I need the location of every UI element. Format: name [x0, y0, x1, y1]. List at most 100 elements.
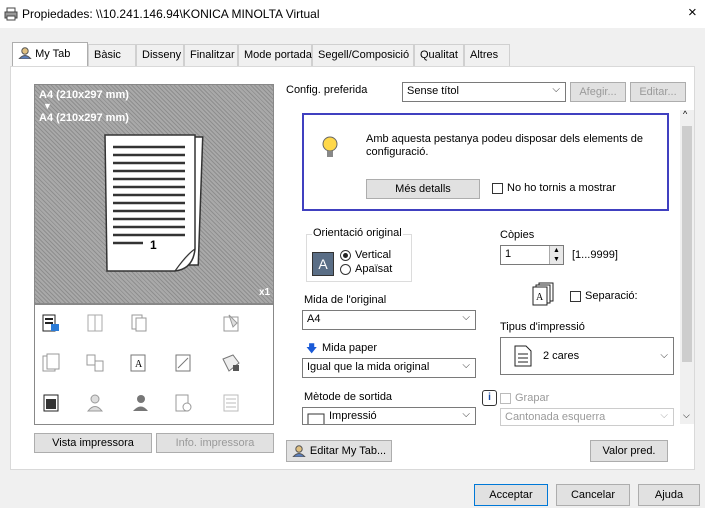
tab-disseny[interactable]: Disseny	[136, 44, 184, 66]
svg-text:A: A	[536, 292, 544, 303]
acceptar-button[interactable]: Acceptar	[474, 484, 548, 506]
editar-mytab-button[interactable]: Editar My Tab...	[286, 440, 392, 462]
mes-detalls-button[interactable]: Més detalls	[366, 179, 480, 199]
scrollbar-thumb[interactable]	[682, 126, 692, 362]
watermark-icon[interactable]	[173, 353, 193, 373]
window-title: Propiedades: \\10.241.146.94\KONICA MINO…	[22, 7, 320, 21]
copy-stack-icon[interactable]	[41, 353, 61, 373]
config-preferida-select[interactable]: Sense títol ⌵	[402, 82, 566, 102]
portrait-icon: A	[312, 252, 334, 276]
close-button[interactable]: ×	[688, 4, 697, 21]
duplex-page-icon	[514, 345, 532, 367]
preview-size-bottom: A4 (210x297 mm)	[39, 112, 129, 124]
separacio-checkbox[interactable]	[570, 291, 581, 302]
account-track-icon[interactable]	[129, 393, 149, 413]
page-layout-icon[interactable]	[41, 313, 61, 333]
scroll-up-icon[interactable]: ^	[683, 109, 687, 119]
vertical-label: Vertical	[355, 249, 392, 261]
orientation-label: Orientació original	[312, 227, 403, 239]
page-preview-image: 1	[104, 134, 204, 272]
mida-paper-value: Igual que la mida original	[307, 361, 430, 373]
metode-sortida-label: Mètode de sortida	[304, 391, 393, 403]
info-panel: Amb aquesta pestanya podeu disposar dels…	[302, 113, 669, 211]
mida-original-select[interactable]: A4 ⌵	[302, 310, 476, 330]
chevron-down-icon: ⌵	[462, 312, 470, 323]
tab-label: Segell/Composició	[318, 49, 410, 61]
print-output-icon	[307, 413, 325, 424]
afegir-button[interactable]: Afegir...	[570, 82, 626, 102]
tab-label: Qualitat	[420, 49, 458, 61]
tab-altres[interactable]: Altres	[464, 44, 510, 66]
stamp-icon[interactable]	[221, 313, 241, 333]
arrow-down-icon: 🡇	[306, 343, 318, 355]
collate-icon[interactable]	[85, 353, 105, 373]
valor-pred-button[interactable]: Valor pred.	[590, 440, 668, 462]
tab-basic[interactable]: Bàsic	[88, 44, 136, 66]
tipus-impressio-value: 2 cares	[543, 350, 580, 362]
printer-icon	[4, 7, 18, 21]
info-icon: i	[482, 390, 497, 406]
scroll-down-icon[interactable]: ⌵	[683, 410, 690, 421]
ajuda-button[interactable]: Ajuda	[638, 484, 700, 506]
paper-stack-icon[interactable]	[221, 393, 241, 413]
metode-sortida-select[interactable]: Impressió ⌵	[302, 407, 476, 425]
grapar-value: Cantonada esquerra	[505, 411, 606, 423]
tab-label: Mode portada	[244, 49, 312, 61]
secure-print-icon[interactable]	[221, 353, 241, 373]
down-arrow-icon: ▼	[43, 101, 52, 111]
cancelar-button[interactable]: Cancelar	[556, 484, 630, 506]
mida-paper-label: Mida paper	[322, 342, 378, 354]
tab-my-tab[interactable]: My Tab	[12, 42, 88, 67]
booklet-icon[interactable]	[85, 313, 105, 333]
user-auth-icon[interactable]	[85, 393, 105, 413]
tab-finalitzar[interactable]: Finalitzar	[184, 44, 238, 66]
scrollbar[interactable]: ^ ⌵	[680, 109, 694, 424]
tab-qualitat[interactable]: Qualitat	[414, 44, 464, 66]
user-icon	[292, 445, 306, 457]
document-dark-icon[interactable]	[41, 393, 61, 413]
function-icon-panel: A	[34, 304, 274, 425]
copies-stepper[interactable]: ▲ ▼	[549, 246, 563, 264]
tipus-impressio-label: Tipus d'impressió	[500, 321, 585, 333]
grapar-checkbox[interactable]	[500, 393, 511, 404]
copies-label: Còpies	[500, 229, 535, 241]
mida-original-label: Mida de l'original	[304, 294, 387, 306]
chevron-down-icon: ⌵	[660, 350, 668, 361]
user-icon	[17, 47, 33, 60]
apaisat-radio[interactable]	[340, 264, 351, 275]
chevron-down-icon: ⌵	[462, 409, 470, 420]
separacio-label: Separació:	[585, 290, 638, 302]
config-preferida-label: Config. preferida	[286, 84, 368, 96]
tab-mode-portada[interactable]: Mode portada	[238, 44, 312, 66]
tab-label: Altres	[470, 49, 499, 61]
no-mostrar-checkbox[interactable]	[492, 183, 503, 194]
preview-page-number: 1	[150, 238, 157, 252]
svg-text:A: A	[135, 359, 143, 370]
editar-mytab-label: Editar My Tab...	[309, 445, 387, 457]
grapar-label: Grapar	[515, 392, 550, 404]
overlay-icon[interactable]	[173, 393, 193, 413]
mida-original-value: A4	[307, 313, 321, 325]
tab-label: My Tab	[35, 48, 71, 60]
info-text: Amb aquesta pestanya podeu disposar dels…	[366, 133, 644, 158]
lightbulb-icon	[322, 136, 338, 157]
tipus-impressio-select[interactable]: 2 cares ⌵	[500, 337, 674, 375]
grapar-select[interactable]: Cantonada esquerra ⌵	[500, 408, 674, 426]
mida-paper-select[interactable]: Igual que la mida original ⌵	[302, 358, 476, 378]
tab-segell-composicio[interactable]: Segell/Composició	[312, 44, 414, 66]
tab-label: Disseny	[142, 49, 182, 61]
font-substitute-icon[interactable]: A	[129, 353, 149, 373]
editar-button[interactable]: Editar...	[630, 82, 686, 102]
vista-impressora-button[interactable]: Vista impressora	[34, 433, 152, 453]
vertical-radio[interactable]	[340, 250, 351, 261]
chevron-down-icon: ⌵	[660, 410, 668, 421]
duplex-icon[interactable]	[129, 313, 149, 333]
info-impressora-button[interactable]: Info. impressora	[156, 433, 274, 453]
copies-range: [1...9999]	[572, 249, 618, 261]
copies-badge: x1	[259, 287, 271, 298]
print-preview: A4 (210x297 mm) ▼ A4 (210x297 mm) 1 x1	[34, 84, 274, 304]
tab-label: Bàsic	[94, 49, 121, 61]
apaisat-label: Apaïsat	[355, 263, 393, 275]
tab-strip: My Tab Bàsic Disseny Finalitzar Mode por…	[12, 42, 512, 67]
copies-value: 1	[505, 248, 512, 260]
